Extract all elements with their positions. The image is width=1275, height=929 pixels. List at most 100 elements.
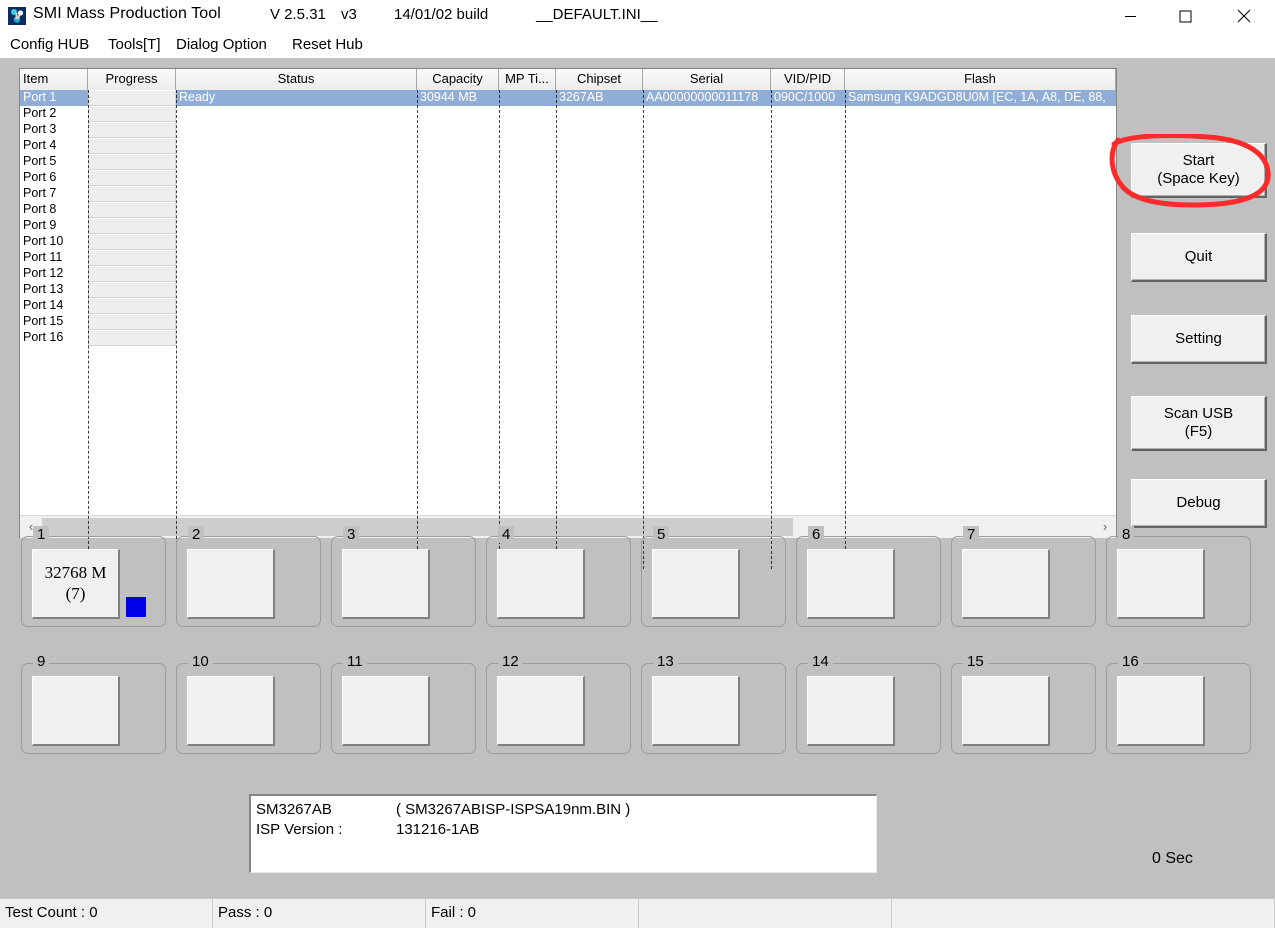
cell-item: Port 14 bbox=[23, 298, 64, 312]
cell-chipset bbox=[556, 234, 643, 250]
cell-capacity bbox=[417, 170, 499, 186]
cell-mp_time bbox=[499, 314, 556, 330]
table-row[interactable]: Port 8 bbox=[20, 202, 1116, 218]
cell-status bbox=[176, 218, 417, 234]
close-button[interactable] bbox=[1221, 0, 1267, 32]
table-row[interactable]: Port 6 bbox=[20, 170, 1116, 186]
cell-vid_pid bbox=[771, 170, 845, 186]
port-card-3[interactable]: 3 bbox=[331, 526, 476, 627]
column-header-capacity[interactable]: Capacity bbox=[417, 69, 499, 90]
window-ini-profile: __DEFAULT.INI__ bbox=[536, 6, 658, 23]
cell-vid_pid bbox=[771, 138, 845, 154]
table-row[interactable]: Port 13 bbox=[20, 282, 1116, 298]
menu-item-reset-hub[interactable]: Reset Hub bbox=[288, 34, 367, 55]
port-card-5[interactable]: 5 bbox=[641, 526, 786, 627]
port-card-14[interactable]: 14 bbox=[796, 653, 941, 754]
cell-capacity bbox=[417, 202, 499, 218]
table-row[interactable]: Port 5 bbox=[20, 154, 1116, 170]
port-card-10[interactable]: 10 bbox=[176, 653, 321, 754]
table-row[interactable]: Port 16 bbox=[20, 330, 1116, 346]
cell-item: Port 7 bbox=[23, 186, 57, 200]
cell-progress bbox=[88, 314, 176, 330]
cell-item: Port 15 bbox=[23, 314, 64, 328]
port-card-1[interactable]: 1 32768 M (7) bbox=[21, 526, 166, 627]
start-button[interactable]: Start (Space Key) bbox=[1131, 143, 1267, 198]
cell-capacity bbox=[417, 218, 499, 234]
port-card-label: 7 bbox=[963, 526, 980, 543]
horizontal-scrollbar[interactable]: ‹ › bbox=[20, 515, 1116, 538]
port-card-9[interactable]: 9 bbox=[21, 653, 166, 754]
cell-progress bbox=[88, 330, 176, 346]
port-card-12[interactable]: 12 bbox=[486, 653, 631, 754]
port-card-label: 9 bbox=[33, 653, 50, 670]
scan-usb-button[interactable]: Scan USB (F5) bbox=[1131, 396, 1267, 451]
port-card-7[interactable]: 7 bbox=[951, 526, 1096, 627]
port-card-8[interactable]: 8 bbox=[1106, 526, 1251, 627]
column-header-vid-pid[interactable]: VID/PID bbox=[771, 69, 845, 90]
column-header-mp-ti[interactable]: MP Ti... bbox=[499, 69, 556, 90]
cell-flash bbox=[845, 170, 1116, 186]
column-header-item[interactable]: Item bbox=[20, 69, 88, 90]
column-header-serial[interactable]: Serial bbox=[643, 69, 771, 90]
table-row[interactable]: Port 12 bbox=[20, 266, 1116, 282]
cell-mp_time bbox=[499, 266, 556, 282]
port-card-label: 1 bbox=[33, 526, 50, 543]
port-card-16[interactable]: 16 bbox=[1106, 653, 1251, 754]
minimize-button[interactable] bbox=[1107, 0, 1153, 32]
port-card-display: 32768 M (7) bbox=[32, 549, 120, 619]
cell-progress bbox=[88, 138, 176, 154]
cell-vid_pid bbox=[771, 154, 845, 170]
scroll-right-icon[interactable]: › bbox=[1094, 515, 1116, 538]
table-row[interactable]: Port 9 bbox=[20, 218, 1116, 234]
port-card-15[interactable]: 15 bbox=[951, 653, 1096, 754]
table-row[interactable]: Port 4 bbox=[20, 138, 1116, 154]
port-card-label: 16 bbox=[1118, 653, 1143, 670]
setting-button[interactable]: Setting bbox=[1131, 315, 1267, 364]
cell-flash bbox=[845, 298, 1116, 314]
column-header-chipset[interactable]: Chipset bbox=[556, 69, 643, 90]
cell-item: Port 11 bbox=[23, 250, 63, 264]
status-bar-cell-0: Test Count : 0 bbox=[0, 899, 213, 928]
port-card-label: 15 bbox=[963, 653, 988, 670]
port-card-6[interactable]: 6 bbox=[796, 526, 941, 627]
table-row[interactable]: Port 3 bbox=[20, 122, 1116, 138]
port-card-2[interactable]: 2 bbox=[176, 526, 321, 627]
menu-item-dialog-option[interactable]: Dialog Option bbox=[172, 34, 271, 55]
cell-flash bbox=[845, 234, 1116, 250]
port-list-panel[interactable]: Item Progress Status Capacity MP Ti... Chipse… bbox=[19, 68, 1117, 569]
window-title: SMI Mass Production Tool bbox=[33, 5, 221, 22]
table-row[interactable]: Port 10 bbox=[20, 234, 1116, 250]
cell-mp_time bbox=[499, 298, 556, 314]
cell-flash bbox=[845, 138, 1116, 154]
start-button-line1: Start bbox=[1182, 151, 1215, 169]
table-row[interactable]: Port 1 Ready 30944 MB 3267AB AA0000000001117… bbox=[20, 90, 1116, 106]
menu-item-config-hub[interactable]: Config HUB bbox=[6, 34, 93, 55]
column-separator bbox=[417, 90, 418, 569]
column-header-status[interactable]: Status bbox=[176, 69, 417, 90]
column-header-flash[interactable]: Flash bbox=[845, 69, 1116, 90]
port-list-rows[interactable]: Port 1 Ready 30944 MB 3267AB AA0000000001117… bbox=[20, 90, 1116, 515]
maximize-button[interactable] bbox=[1162, 0, 1208, 32]
status-bar: Test Count : 0 Pass : 0 Fail : 0 bbox=[0, 898, 1275, 928]
port-card-label: 4 bbox=[498, 526, 515, 543]
debug-button[interactable]: Debug bbox=[1131, 479, 1267, 528]
table-row[interactable]: Port 11 bbox=[20, 250, 1116, 266]
table-row[interactable]: Port 2 bbox=[20, 106, 1116, 122]
port-card-label: 10 bbox=[188, 653, 213, 670]
cell-chipset bbox=[556, 282, 643, 298]
quit-button[interactable]: Quit bbox=[1131, 233, 1267, 282]
cell-vid_pid bbox=[771, 202, 845, 218]
isp-version-value: 131216-1AB bbox=[396, 820, 480, 838]
cell-chipset bbox=[556, 218, 643, 234]
port-card-13[interactable]: 13 bbox=[641, 653, 786, 754]
table-row[interactable]: Port 14 bbox=[20, 298, 1116, 314]
column-header-progress[interactable]: Progress bbox=[88, 69, 176, 90]
port-card-11[interactable]: 11 bbox=[331, 653, 476, 754]
table-row[interactable]: Port 7 bbox=[20, 186, 1116, 202]
cell-serial bbox=[643, 218, 771, 234]
cell-item: Port 13 bbox=[23, 282, 64, 296]
table-row[interactable]: Port 15 bbox=[20, 314, 1116, 330]
menu-item-tools[interactable]: Tools[T] bbox=[104, 34, 165, 55]
port-card-4[interactable]: 4 bbox=[486, 526, 631, 627]
cell-item: Port 8 bbox=[23, 202, 57, 216]
